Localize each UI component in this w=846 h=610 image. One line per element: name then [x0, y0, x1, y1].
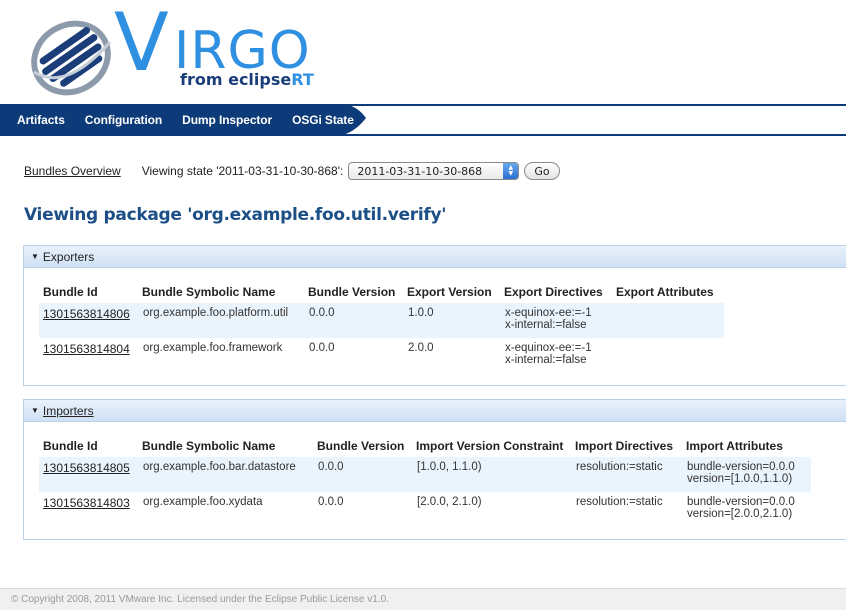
logo-letter-v: V [114, 4, 169, 76]
bundle-name: org.example.foo.framework [143, 342, 283, 354]
exporters-header[interactable]: ▼ Exporters [24, 246, 846, 268]
column-header: Bundle Id [43, 439, 98, 453]
attribute: version=[2.0.0,2.1.0) [687, 508, 793, 520]
column-header: Export Version [407, 285, 492, 299]
column-header: Bundle Id [43, 285, 98, 299]
column-header: Bundle Version [317, 439, 405, 453]
bundle-version: 0.0.0 [309, 342, 335, 354]
column-header: Import Directives [575, 439, 674, 453]
footer-copyright: © Copyright 2008, 2011 VMware Inc. Licen… [0, 588, 846, 610]
page-title: Viewing package 'org.example.foo.util.ve… [24, 205, 447, 225]
export-version: 2.0.0 [408, 342, 434, 354]
attribute: version=[1.0.0,1.1.0) [687, 473, 793, 485]
export-version: 1.0.0 [407, 303, 504, 338]
directive: x-equinox-ee:=-1 [505, 342, 592, 354]
column-header: Bundle Version [308, 285, 396, 299]
column-header: Bundle Symbolic Name [142, 439, 276, 453]
collapse-triangle-icon: ▼ [31, 252, 39, 261]
table-row: 1301563814806 org.example.foo.platform.u… [39, 303, 724, 338]
import-directives: resolution:=static [576, 496, 663, 508]
column-header: Export Directives [504, 285, 603, 299]
table-row: 1301563814803 org.example.foo.xydata 0.0… [39, 492, 811, 527]
state-select-value: 2011-03-31-10-30-868 [357, 164, 483, 178]
logo-tagline-from: from eclipse [180, 70, 292, 89]
bundle-id-link[interactable]: 1301563814805 [43, 461, 130, 475]
export-directives: x-equinox-ee:=-1 x-internal:=false [504, 338, 616, 373]
bundle-name: org.example.foo.platform.util [142, 303, 308, 338]
import-directives: resolution:=static [575, 457, 686, 492]
virgo-logo-icon [26, 12, 116, 105]
exporters-panel: ▼ Exporters Bundle Id Bundle Symbolic Na… [23, 245, 846, 386]
directive: x-internal:=false [505, 354, 587, 366]
table-row: 1301563814804 org.example.foo.framework … [39, 338, 724, 373]
state-controls: Bundles Overview Viewing state '2011-03-… [24, 160, 560, 182]
column-header: Export Attributes [616, 285, 714, 299]
attribute: bundle-version=0.0.0 [687, 461, 795, 473]
bundle-id-link[interactable]: 1301563814804 [43, 342, 130, 356]
export-directives: x-equinox-ee:=-1 x-internal:=false [504, 303, 616, 338]
import-attributes: bundle-version=0.0.0 version=[2.0.0,2.1.… [686, 492, 811, 527]
attribute: bundle-version=0.0.0 [687, 496, 795, 508]
main-nav: Artifacts Configuration Dump Inspector O… [0, 104, 846, 136]
logo-tagline: from eclipseRT [180, 70, 314, 89]
nav-osgi-state[interactable]: OSGi State [292, 113, 354, 127]
nav-artifacts[interactable]: Artifacts [17, 113, 65, 127]
import-version-constraint: [2.0.0, 2.1.0) [417, 496, 482, 508]
exporters-table: Bundle Id Bundle Symbolic Name Bundle Ve… [39, 281, 724, 373]
nav-dump-inspector[interactable]: Dump Inspector [182, 113, 272, 127]
bundle-name: org.example.foo.bar.datastore [142, 457, 317, 492]
bundle-version: 0.0.0 [317, 457, 416, 492]
column-header: Import Attributes [686, 439, 783, 453]
nav-configuration[interactable]: Configuration [85, 113, 162, 127]
column-header: Import Version Constraint [416, 439, 564, 453]
column-header: Bundle Symbolic Name [142, 285, 276, 299]
header: V IRGO from eclipseRT [0, 0, 846, 104]
viewing-state-label: Viewing state '2011-03-31-10-30-868': [141, 164, 344, 178]
directive: x-internal:=false [505, 319, 587, 331]
table-row: 1301563814805 org.example.foo.bar.datast… [39, 457, 811, 492]
import-version-constraint: [1.0.0, 1.1.0) [416, 457, 575, 492]
directive: x-equinox-ee:=-1 [505, 307, 592, 319]
state-select[interactable]: 2011-03-31-10-30-868 ▲ ▼ [348, 162, 520, 180]
bundles-overview-link[interactable]: Bundles Overview [24, 164, 121, 178]
bundle-version: 0.0.0 [318, 496, 344, 508]
bundle-name: org.example.foo.xydata [143, 496, 263, 508]
importers-header[interactable]: ▼ Importers [24, 400, 846, 422]
collapse-triangle-icon: ▼ [31, 406, 39, 415]
bundle-version: 0.0.0 [308, 303, 407, 338]
importers-table: Bundle Id Bundle Symbolic Name Bundle Ve… [39, 435, 811, 527]
import-attributes: bundle-version=0.0.0 version=[1.0.0,1.1.… [686, 457, 811, 492]
select-arrows-icon: ▲ ▼ [503, 163, 519, 179]
bundle-id-link[interactable]: 1301563814803 [43, 496, 130, 510]
exporters-title: Exporters [42, 249, 95, 264]
export-attributes [616, 303, 724, 338]
logo-tagline-rt: RT [291, 70, 314, 89]
bundle-id-link[interactable]: 1301563814806 [43, 307, 130, 321]
logo-letters-irgo: IRGO [174, 21, 311, 76]
importers-title: Importers [42, 403, 94, 418]
importers-panel: ▼ Importers Bundle Id Bundle Symbolic Na… [23, 399, 846, 540]
go-button[interactable]: Go [524, 162, 560, 180]
export-attributes [616, 338, 724, 373]
